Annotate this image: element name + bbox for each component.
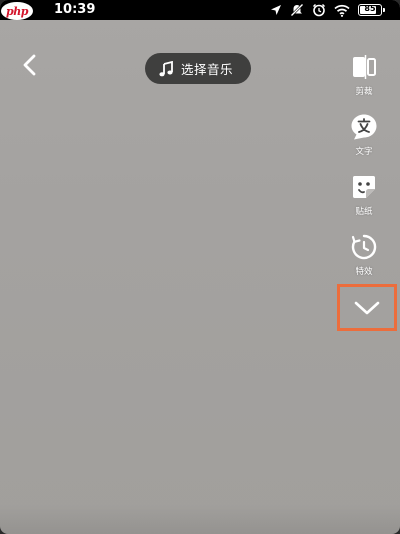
select-music-label: 选择音乐: [181, 62, 234, 77]
camera-preview-screen: php 10:39 85 选择音乐 剪裁 文字 贴纸 特效: [0, 0, 400, 534]
mute-icon: [290, 3, 304, 17]
bottom-shade: [0, 504, 400, 534]
status-bar: php 10:39 85: [0, 0, 400, 20]
wifi-icon: [334, 4, 350, 17]
site-logo: php: [0, 0, 34, 22]
status-time: 10:39: [54, 2, 96, 17]
logo-text: php: [1, 2, 33, 20]
battery-icon: 85: [358, 4, 385, 16]
toolbar-item-sticker[interactable]: 贴纸: [340, 172, 388, 217]
toolbar-item-crop[interactable]: 剪裁: [340, 52, 388, 97]
effects-icon: [349, 232, 379, 262]
toolbar-item-label: 剪裁: [355, 87, 373, 97]
toolbar-item-label: 特效: [355, 267, 373, 277]
battery-level: 85: [364, 4, 376, 13]
status-icons: 85: [270, 1, 385, 19]
expand-toolbar-button[interactable]: [337, 284, 397, 331]
location-arrow-icon: [270, 4, 282, 16]
back-button[interactable]: [18, 52, 42, 78]
crop-icon: [349, 52, 379, 82]
toolbar-item-label: 贴纸: [355, 207, 373, 217]
text-icon: [349, 112, 379, 142]
music-note-icon: [159, 60, 173, 76]
select-music-button[interactable]: 选择音乐: [145, 53, 251, 84]
toolbar-item-label: 文字: [355, 147, 373, 157]
chevron-left-icon: [23, 54, 36, 76]
toolbar-item-text[interactable]: 文字: [340, 112, 388, 157]
chevron-down-icon: [354, 301, 380, 314]
toolbar-item-effects[interactable]: 特效: [340, 232, 388, 277]
sticker-icon: [349, 172, 379, 202]
alarm-icon: [312, 3, 326, 17]
